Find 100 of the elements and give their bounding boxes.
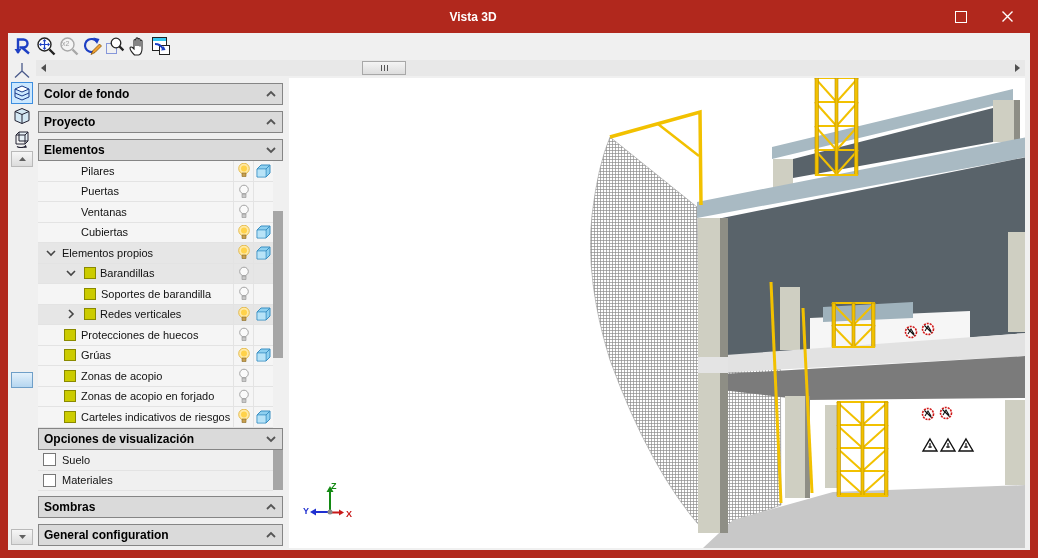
triangle-up-icon (18, 157, 26, 161)
column (780, 287, 800, 350)
checkbox[interactable] (43, 453, 56, 467)
light-bulb-icon[interactable] (237, 306, 250, 322)
light-bulb-icon[interactable] (237, 388, 250, 404)
light-bulb-icon[interactable] (237, 286, 250, 302)
cube-icon (13, 107, 31, 125)
prohibition-sign-icon (939, 406, 953, 420)
scrollbar-thumb[interactable] (11, 372, 33, 388)
tree-item-label: Puertas (81, 185, 119, 198)
tree-row[interactable]: Zonas de acopio en forjado (38, 386, 273, 407)
axis-label: Y (303, 506, 309, 516)
light-bulb-icon[interactable] (237, 368, 250, 384)
column (993, 100, 1020, 142)
prohibition-sign-icon (921, 407, 935, 421)
layers-icon (13, 84, 31, 102)
magnifier-arrows-icon (36, 35, 56, 56)
caret-right-icon[interactable] (66, 309, 76, 320)
tree-row[interactable]: Grúas (38, 345, 273, 366)
cube-icon[interactable] (256, 225, 271, 240)
axis-label: Z (331, 481, 337, 491)
tree-item-label: Soportes de barandilla (101, 287, 212, 300)
tree-item-label: Zonas de acopio (81, 369, 163, 382)
section-header[interactable]: General configuration (38, 524, 283, 546)
magnifier-selection-icon (105, 35, 125, 56)
cube-icon[interactable] (256, 348, 271, 363)
maximize-icon (955, 10, 967, 23)
slab-edge (698, 357, 728, 373)
triangle-left-icon[interactable] (41, 64, 46, 72)
light-bulb-icon[interactable] (237, 183, 250, 199)
cube-icon[interactable] (256, 307, 271, 322)
window-title: Vista 3D (448, 9, 498, 24)
light-bulb-icon[interactable] (237, 347, 250, 363)
tree-item-label: Barandillas (100, 267, 155, 280)
tree-row[interactable]: Barandillas (38, 263, 273, 284)
scrollbar-thumb[interactable] (362, 61, 406, 75)
checkbox[interactable] (43, 473, 56, 487)
tree-row[interactable]: Elementos propios (38, 243, 273, 264)
tree-item-label: Ventanas (81, 205, 127, 218)
cube-icon[interactable] (256, 245, 271, 260)
crane-mast (831, 302, 876, 348)
grip-icon (380, 65, 388, 71)
circular-arrow-pencil-icon (82, 35, 102, 56)
tree-item-label: Carteles indicativos de riesgos (81, 410, 231, 423)
tree-item-label: Elementos propios (62, 246, 154, 259)
tree-item-label: Cubiertas (81, 226, 129, 239)
caret-down-icon[interactable] (66, 268, 76, 279)
section-header[interactable]: Color de fondo (38, 83, 283, 105)
scroll-up-button[interactable] (11, 151, 33, 167)
triangle-down-icon (18, 535, 26, 539)
light-bulb-icon[interactable] (237, 327, 250, 343)
scrollbar-thumb[interactable] (273, 211, 283, 358)
tree-row[interactable]: Ventanas (38, 202, 273, 223)
section-header[interactable]: Opciones de visualización (38, 428, 283, 450)
light-bulb-icon[interactable] (237, 204, 250, 220)
triangle-right-icon[interactable] (1015, 64, 1020, 72)
cube-icon[interactable] (256, 409, 271, 424)
tree-item-label: Zonas de acopio en forjado (81, 390, 215, 403)
tree-row[interactable]: Carteles indicativos de riesgos (38, 407, 273, 428)
window-button[interactable] (150, 34, 172, 57)
tree-item-label: Protecciones de huecos (81, 328, 199, 341)
axis-label: X (346, 509, 352, 519)
tree-item-label: Pilares (81, 164, 115, 177)
section-header[interactable]: Sombras (38, 496, 283, 518)
tree-row[interactable]: Cubiertas (38, 222, 273, 243)
tree-row[interactable]: Protecciones de huecos (38, 325, 273, 346)
prohibition-sign-icon (921, 322, 935, 336)
caret-down-icon[interactable] (46, 247, 56, 258)
section-header[interactable]: Elementos (38, 139, 283, 161)
option-label: Suelo (62, 453, 91, 466)
scrollbar-thumb[interactable] (273, 450, 283, 490)
light-bulb-icon[interactable] (237, 163, 250, 179)
prohibition-sign-icon (904, 325, 918, 339)
origin-dot-icon (327, 509, 333, 515)
curved-arrow-icon (13, 35, 33, 56)
section-header[interactable]: Proyecto (38, 111, 283, 133)
close-icon (1001, 11, 1013, 22)
viewport[interactable]: Z Y X (289, 78, 1025, 548)
tree-row[interactable]: Zonas de acopio (38, 366, 273, 387)
warning-triangle-icon (921, 437, 939, 452)
tree-row[interactable]: Pilares (38, 161, 273, 182)
light-bulb-icon[interactable] (237, 245, 250, 261)
tree-row[interactable]: Puertas (38, 181, 273, 202)
tree-row[interactable]: Soportes de barandilla (38, 284, 273, 305)
cube-button[interactable] (11, 105, 33, 127)
light-bulb-icon[interactable] (237, 409, 250, 425)
light-bulb-icon[interactable] (237, 265, 250, 281)
scroll-down-button[interactable] (11, 529, 33, 545)
tree-item-label: Redes verticales (100, 308, 182, 321)
tree-row[interactable]: Redes verticales (38, 304, 273, 325)
warning-triangle-icon (957, 437, 975, 452)
light-bulb-icon[interactable] (237, 224, 250, 240)
cube-rotate-icon (13, 130, 31, 148)
cube-icon[interactable] (256, 163, 271, 178)
layers-button[interactable] (11, 82, 33, 104)
zoom-extents-button[interactable] (35, 34, 57, 57)
axes-icon (13, 60, 31, 79)
window-arrow-icon (151, 35, 171, 56)
warning-triangle-icon (939, 437, 957, 452)
tree-item-label: Grúas (81, 349, 111, 362)
